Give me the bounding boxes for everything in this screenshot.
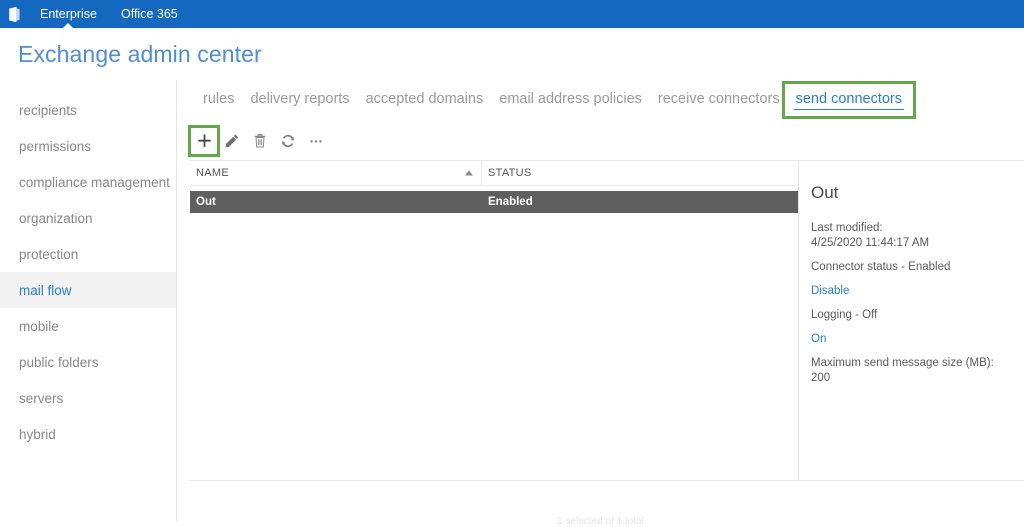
details-pane: Out Last modified: 4/25/2020 11:44:17 AM… xyxy=(798,161,1024,480)
page-body: recipients permissions compliance manage… xyxy=(0,80,1024,527)
plus-icon xyxy=(197,134,211,147)
tab-delivery-reports[interactable]: delivery reports xyxy=(242,87,357,113)
sidebar-item-servers[interactable]: servers xyxy=(0,380,176,416)
sidebar-item-permissions[interactable]: permissions xyxy=(0,128,176,164)
tab-bar: rules delivery reports accepted domains … xyxy=(177,80,1024,119)
sidebar-item-organization[interactable]: organization xyxy=(0,200,176,236)
sidebar-item-mobile[interactable]: mobile xyxy=(0,308,176,344)
suite-link-office365[interactable]: Office 365 xyxy=(109,0,190,28)
list-status-text: 1 selected of 1 total xyxy=(557,516,644,527)
tab-send-connectors[interactable]: send connectors xyxy=(781,81,917,119)
table-row[interactable]: Out Enabled xyxy=(190,191,798,213)
details-title: Out xyxy=(811,183,839,202)
details-last-modified: Last modified: 4/25/2020 11:44:17 AM xyxy=(811,221,1010,251)
logging-on-link[interactable]: On xyxy=(811,332,1010,347)
new-button[interactable] xyxy=(188,125,220,157)
column-header-name[interactable]: NAME xyxy=(190,161,482,185)
refresh-button[interactable] xyxy=(275,128,301,154)
command-toolbar xyxy=(177,113,1024,157)
grid-header-row: NAME STATUS xyxy=(190,161,798,186)
delete-button[interactable] xyxy=(247,128,273,154)
tab-receive-connectors[interactable]: receive connectors xyxy=(650,87,788,113)
column-header-status[interactable]: STATUS xyxy=(482,161,798,185)
details-max-send-size-value: 200 xyxy=(811,372,831,384)
refresh-icon xyxy=(282,134,294,148)
trash-icon xyxy=(254,133,266,148)
connectors-list-region: NAME STATUS Out Enabled Out Last modifie… xyxy=(190,160,1024,481)
sidebar-item-mail-flow[interactable]: mail flow xyxy=(0,272,176,308)
tab-active-underline xyxy=(793,109,905,110)
tab-rules[interactable]: rules xyxy=(195,87,242,113)
sidebar-item-public-folders[interactable]: public folders xyxy=(0,344,176,380)
suite-link-enterprise[interactable]: Enterprise xyxy=(28,0,109,28)
more-options-button[interactable] xyxy=(303,128,329,154)
details-logging: Logging - Off xyxy=(811,309,878,321)
suite-bar: Enterprise Office 365 xyxy=(0,0,1024,28)
tab-send-connectors-label: send connectors xyxy=(795,91,903,107)
sidebar-item-hybrid[interactable]: hybrid xyxy=(0,416,176,452)
edit-button[interactable] xyxy=(219,128,245,154)
main-content: rules delivery reports accepted domains … xyxy=(177,80,1024,527)
column-header-name-label: NAME xyxy=(196,167,229,179)
page-title: Exchange admin center xyxy=(18,40,262,67)
details-connector-status: Connector status - Enabled xyxy=(811,261,951,273)
details-max-send-size-label: Maximum send message size (MB): xyxy=(811,357,994,369)
ellipsis-icon xyxy=(310,140,322,143)
disable-link[interactable]: Disable xyxy=(811,284,1010,299)
details-max-send-size: Maximum send message size (MB): 200 xyxy=(811,356,1010,386)
app-launcher-icon[interactable] xyxy=(0,0,28,28)
tab-email-address-policies[interactable]: email address policies xyxy=(491,87,650,113)
sidebar: recipients permissions compliance manage… xyxy=(0,80,177,521)
pencil-icon xyxy=(225,134,239,148)
row-name-cell: Out xyxy=(196,196,216,208)
details-last-modified-label: Last modified: xyxy=(811,222,883,234)
sidebar-item-recipients[interactable]: recipients xyxy=(0,92,176,128)
sort-ascending-icon xyxy=(465,170,473,176)
connectors-grid: NAME STATUS Out Enabled xyxy=(190,161,798,480)
details-last-modified-value: 4/25/2020 11:44:17 AM xyxy=(811,237,930,249)
tab-accepted-domains[interactable]: accepted domains xyxy=(358,87,492,113)
row-status-cell: Enabled xyxy=(488,196,533,208)
sidebar-item-compliance-management[interactable]: compliance management xyxy=(0,164,176,200)
sidebar-item-protection[interactable]: protection xyxy=(0,236,176,272)
app-header: Exchange admin center xyxy=(0,28,1024,80)
